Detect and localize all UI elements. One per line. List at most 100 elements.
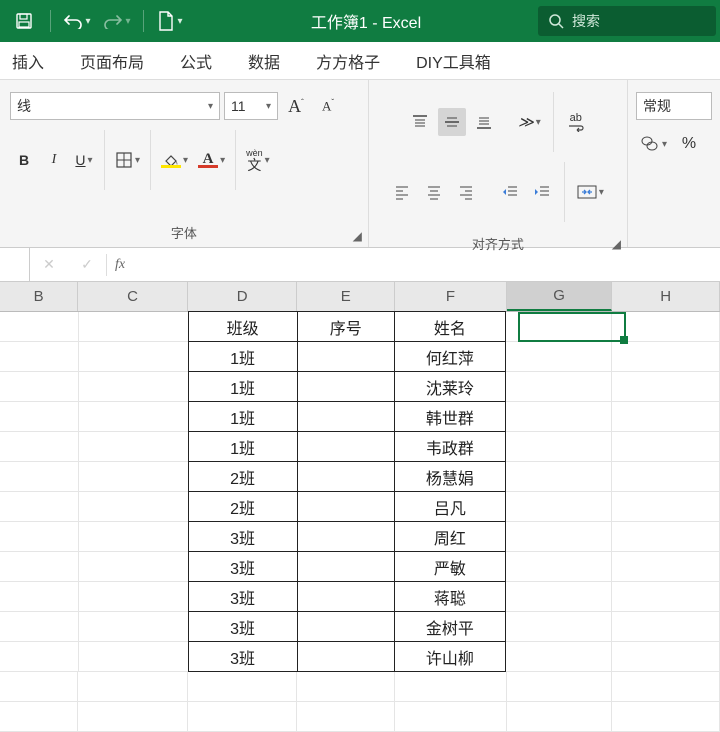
redo-button[interactable]: ▾ — [101, 5, 133, 37]
cell[interactable]: 吕凡 — [394, 491, 506, 522]
font-color-button[interactable]: A ▾ — [194, 146, 229, 174]
fill-color-button[interactable]: ▾ — [157, 146, 192, 174]
cell[interactable]: 序号 — [297, 311, 395, 342]
cell[interactable] — [0, 702, 78, 732]
cell[interactable] — [506, 402, 612, 432]
cell[interactable]: 3班 — [188, 551, 298, 582]
increase-font-button[interactable]: Aˆ — [282, 92, 310, 120]
percent-button[interactable]: % — [675, 130, 703, 158]
cell[interactable] — [612, 462, 720, 492]
align-bottom-button[interactable] — [470, 108, 498, 136]
cell[interactable] — [612, 492, 720, 522]
cell[interactable] — [612, 612, 720, 642]
cell[interactable] — [297, 611, 395, 642]
cell[interactable] — [612, 642, 720, 672]
cell[interactable] — [506, 642, 612, 672]
tab-diy-tools[interactable]: DIY工具箱 — [412, 41, 495, 81]
align-center-button[interactable] — [420, 178, 448, 206]
cell[interactable] — [297, 401, 395, 432]
cell[interactable]: 3班 — [188, 521, 298, 552]
cell[interactable] — [0, 462, 79, 492]
cell[interactable] — [612, 552, 720, 582]
cell[interactable] — [0, 312, 79, 342]
decrease-font-button[interactable]: Aˇ — [314, 92, 342, 120]
cell[interactable] — [506, 522, 612, 552]
align-middle-button[interactable] — [438, 108, 466, 136]
tab-insert[interactable]: 插入 — [8, 41, 48, 81]
tab-fangfang[interactable]: 方方格子 — [312, 41, 384, 81]
cell[interactable] — [79, 312, 189, 342]
cell[interactable] — [79, 492, 189, 522]
cell[interactable]: 3班 — [188, 581, 298, 612]
cell[interactable] — [79, 372, 189, 402]
cell[interactable]: 1班 — [188, 341, 298, 372]
cell[interactable] — [507, 702, 613, 732]
cell[interactable] — [79, 462, 189, 492]
alignment-dialog-launcher[interactable]: ◢ — [612, 237, 621, 251]
col-header-C[interactable]: C — [78, 282, 188, 311]
cell[interactable]: 沈莱玲 — [394, 371, 506, 402]
cell[interactable]: 3班 — [188, 641, 298, 672]
merge-cells-button[interactable]: ▾ — [573, 178, 608, 206]
confirm-formula-button[interactable]: ✓ — [68, 248, 106, 281]
cell[interactable] — [0, 492, 79, 522]
orientation-button[interactable]: ≫▾ — [514, 108, 545, 136]
cell[interactable] — [297, 672, 395, 702]
cell[interactable] — [612, 312, 720, 342]
number-format-combo[interactable]: 常规 — [636, 92, 712, 120]
cell[interactable] — [188, 672, 298, 702]
cell[interactable] — [506, 372, 612, 402]
file-button[interactable]: ▾ — [154, 5, 186, 37]
font-size-combo[interactable]: 11▾ — [224, 92, 278, 120]
cell[interactable] — [612, 402, 720, 432]
cell[interactable] — [297, 641, 395, 672]
cell[interactable]: 班级 — [188, 311, 298, 342]
cell[interactable]: 1班 — [188, 401, 298, 432]
cell[interactable] — [188, 702, 298, 732]
cell[interactable]: 韦政群 — [394, 431, 506, 462]
cell[interactable] — [612, 432, 720, 462]
cell[interactable] — [297, 461, 395, 492]
cell[interactable]: 2班 — [188, 491, 298, 522]
cell[interactable]: 姓名 — [394, 311, 506, 342]
cell[interactable] — [612, 522, 720, 552]
search-box[interactable]: 搜索 — [538, 6, 716, 36]
cell[interactable] — [0, 582, 79, 612]
cell[interactable] — [78, 702, 188, 732]
cancel-formula-button[interactable]: ✕ — [30, 248, 68, 281]
cell[interactable]: 周红 — [394, 521, 506, 552]
cell[interactable]: 杨慧娟 — [394, 461, 506, 492]
cell[interactable] — [0, 612, 79, 642]
cell[interactable] — [506, 612, 612, 642]
cell[interactable] — [78, 672, 188, 702]
cell[interactable] — [506, 552, 612, 582]
fx-icon[interactable]: fx — [107, 257, 133, 273]
cell[interactable]: 1班 — [188, 371, 298, 402]
cell[interactable] — [79, 552, 189, 582]
cell[interactable]: 3班 — [188, 611, 298, 642]
cell[interactable] — [612, 342, 720, 372]
cell[interactable] — [0, 432, 79, 462]
italic-button[interactable]: I — [40, 146, 68, 174]
cell[interactable] — [506, 462, 612, 492]
cell[interactable] — [79, 522, 189, 552]
cell[interactable] — [297, 521, 395, 552]
cell[interactable] — [297, 431, 395, 462]
cell[interactable]: 2班 — [188, 461, 298, 492]
cell[interactable] — [0, 672, 78, 702]
cell[interactable] — [297, 702, 395, 732]
cell[interactable]: 严敏 — [394, 551, 506, 582]
cell[interactable] — [506, 582, 612, 612]
save-button[interactable] — [8, 5, 40, 37]
cell[interactable]: 金树平 — [394, 611, 506, 642]
underline-button[interactable]: U▾ — [70, 146, 98, 174]
align-right-button[interactable] — [452, 178, 480, 206]
cell[interactable] — [297, 551, 395, 582]
cell[interactable]: 何红萍 — [394, 341, 506, 372]
cell[interactable] — [612, 372, 720, 402]
cell[interactable] — [612, 582, 720, 612]
cell[interactable] — [0, 402, 79, 432]
increase-indent-button[interactable] — [528, 178, 556, 206]
tab-page-layout[interactable]: 页面布局 — [76, 41, 148, 81]
cell[interactable] — [506, 342, 612, 372]
